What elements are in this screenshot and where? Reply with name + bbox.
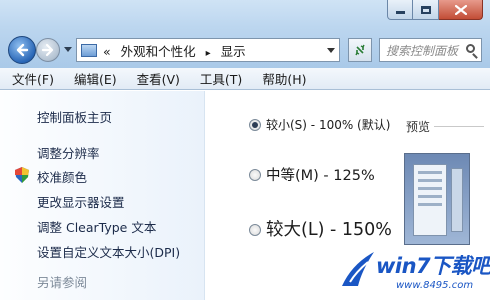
option-smaller-label[interactable]: 较小(S) - 100% (默认) bbox=[266, 116, 390, 133]
address-dropdown-icon[interactable] bbox=[327, 48, 335, 53]
minimize-button[interactable] bbox=[387, 0, 413, 20]
preview-image bbox=[404, 153, 470, 245]
forward-button[interactable] bbox=[36, 38, 60, 62]
back-button[interactable] bbox=[8, 36, 36, 64]
breadcrumb: « 外观和个性化 ▸ 显示 bbox=[103, 41, 246, 60]
watermark-text: win7下载吧 bbox=[376, 254, 490, 278]
watermark-url: www.8495.com bbox=[396, 280, 474, 291]
task-pane: 控制面板主页 调整分辨率 校准颜色 更改显示器设置 调整 ClearType 文… bbox=[0, 91, 205, 300]
option-larger-label[interactable]: 较大(L) - 150% bbox=[266, 216, 392, 241]
menu-help[interactable]: 帮助(H) bbox=[262, 69, 306, 88]
radio-smaller[interactable] bbox=[249, 119, 261, 131]
breadcrumb-current[interactable]: 显示 bbox=[221, 44, 246, 59]
search-icon[interactable] bbox=[466, 44, 475, 53]
recent-pages-dropdown[interactable] bbox=[64, 47, 72, 52]
breadcrumb-separator[interactable]: ▸ bbox=[206, 48, 211, 59]
task-set-custom-dpi[interactable]: 设置自定义文本大小(DPI) bbox=[37, 242, 180, 261]
window-controls bbox=[387, 0, 483, 20]
refresh-button[interactable] bbox=[348, 38, 372, 62]
back-arrow-icon bbox=[16, 43, 29, 57]
maximize-button[interactable] bbox=[413, 0, 439, 20]
minimize-icon bbox=[395, 11, 405, 14]
shield-icon bbox=[15, 167, 29, 183]
preview-window-graphic bbox=[413, 164, 447, 236]
preview-label: 预览 bbox=[406, 120, 431, 134]
search-box[interactable]: 搜索控制面板 bbox=[379, 38, 482, 62]
forward-arrow-icon bbox=[41, 43, 54, 57]
breadcrumb-parent[interactable]: 外观和个性化 bbox=[121, 44, 196, 59]
watermark: win7下载吧 www.8495.com bbox=[338, 240, 490, 300]
task-adjust-cleartype[interactable]: 调整 ClearType 文本 bbox=[37, 217, 156, 236]
close-icon bbox=[454, 4, 467, 15]
refresh-icon bbox=[355, 44, 365, 56]
task-change-display-settings[interactable]: 更改显示器设置 bbox=[37, 192, 125, 211]
radio-medium[interactable] bbox=[249, 169, 261, 181]
preview-divider bbox=[434, 126, 484, 127]
menu-view[interactable]: 查看(V) bbox=[137, 69, 180, 88]
menu-bar: 文件(F) 编辑(E) 查看(V) 工具(T) 帮助(H) bbox=[0, 68, 490, 90]
option-medium-label[interactable]: 中等(M) - 125% bbox=[266, 164, 375, 185]
navigation-bar: « 外观和个性化 ▸ 显示 搜索控制面板 bbox=[8, 34, 482, 64]
watermark-logo-icon bbox=[342, 252, 374, 286]
menu-file[interactable]: 文件(F) bbox=[12, 69, 54, 88]
breadcrumb-overflow[interactable]: « bbox=[103, 44, 111, 59]
search-input[interactable]: 搜索控制面板 bbox=[386, 42, 458, 59]
menu-tools[interactable]: 工具(T) bbox=[200, 69, 242, 88]
task-control-panel-home[interactable]: 控制面板主页 bbox=[37, 107, 112, 126]
address-bar[interactable]: « 外观和个性化 ▸ 显示 bbox=[76, 38, 340, 62]
see-also-heading: 另请参阅 bbox=[37, 275, 88, 290]
task-calibrate-color[interactable]: 校准颜色 bbox=[37, 167, 87, 186]
menu-edit[interactable]: 编辑(E) bbox=[74, 69, 117, 88]
radio-larger[interactable] bbox=[249, 224, 261, 236]
maximize-icon bbox=[420, 5, 431, 14]
close-button[interactable] bbox=[439, 0, 483, 20]
control-panel-icon bbox=[81, 43, 97, 57]
window-title-area: « 外观和个性化 ▸ 显示 搜索控制面板 bbox=[0, 0, 490, 68]
preview-sidebar-graphic bbox=[451, 168, 463, 232]
task-adjust-resolution[interactable]: 调整分辨率 bbox=[37, 143, 100, 162]
